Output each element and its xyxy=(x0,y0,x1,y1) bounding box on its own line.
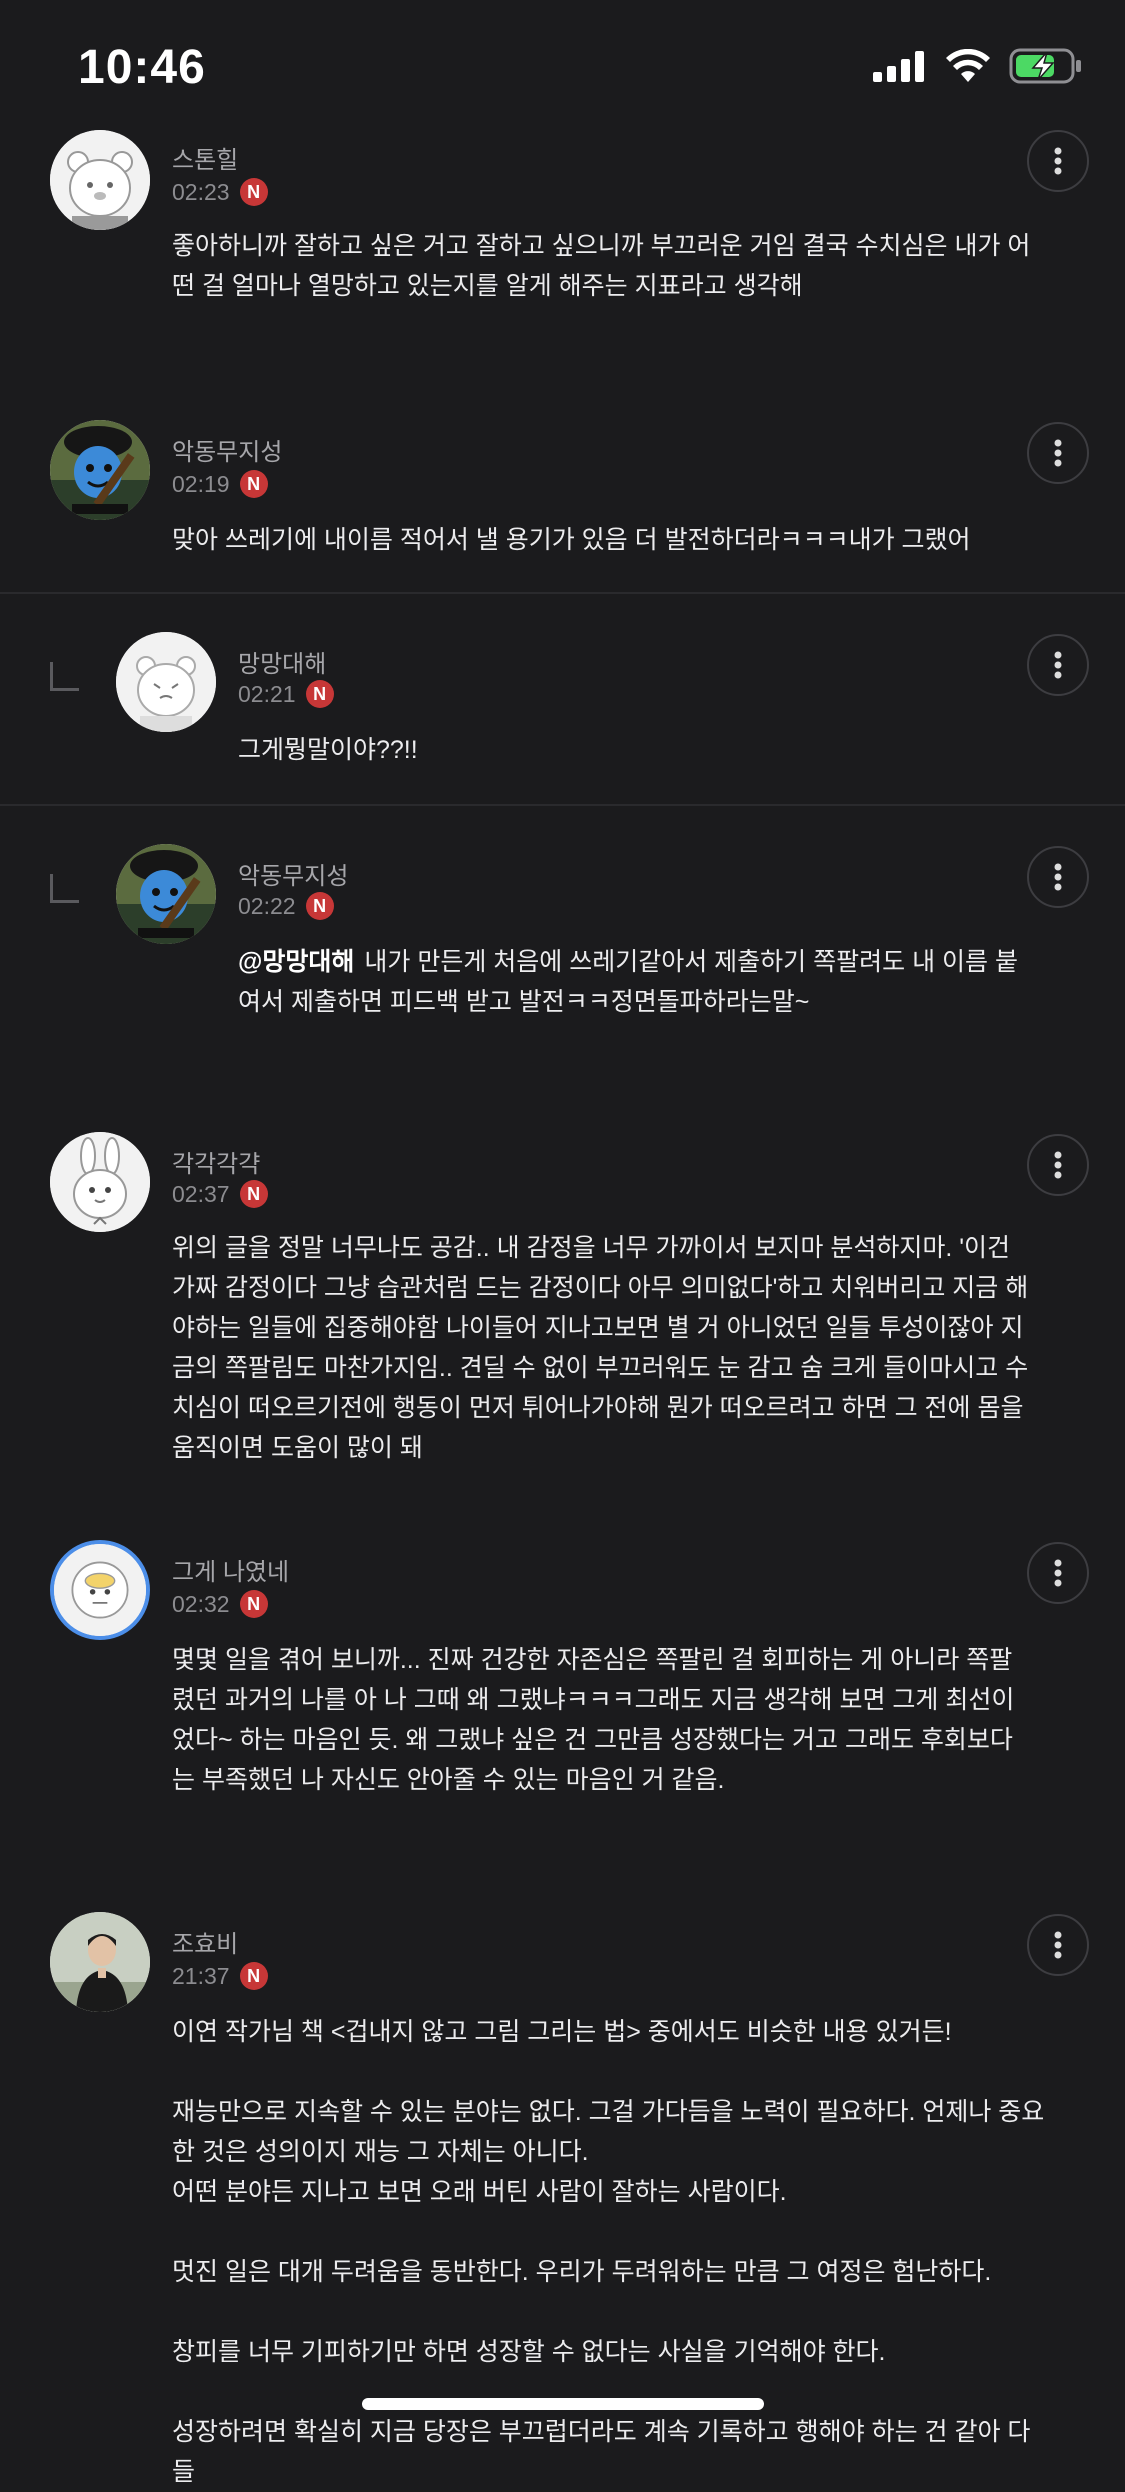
comment-meta: 02:21 N xyxy=(238,680,334,708)
comment-paragraph: 성장하려면 확실히 지금 당장은 부끄럽더라도 계속 기록하고 행해야 하는 건… xyxy=(172,2418,1031,2486)
reply-indicator-icon xyxy=(50,662,79,691)
comment-author[interactable]: 그게 나였네 xyxy=(172,1552,289,1587)
comment-paragraph: @망망대해 내가 만든게 처음에 쓰레기같아서 제출하기 쪽팔려도 내 이름 붙여… xyxy=(238,942,1018,1022)
new-badge: N xyxy=(305,892,334,920)
avatar[interactable] xyxy=(50,130,150,230)
wifi-icon xyxy=(946,49,990,82)
more-vertical-icon xyxy=(1054,651,1062,679)
divider xyxy=(0,804,1125,806)
more-vertical-icon xyxy=(1054,147,1062,175)
comment-paragraph xyxy=(172,2292,1052,2332)
character-avatar-icon xyxy=(116,844,216,944)
comment-author[interactable]: 스톤힐 xyxy=(172,140,238,175)
comment-author[interactable]: 악동무지성 xyxy=(172,432,282,467)
comment-paragraph: 이연 작가님 책 <겁내지 않고 그림 그리는 법> 중에서도 비슷한 내용 있… xyxy=(172,2018,952,2046)
home-indicator[interactable] xyxy=(362,2398,764,2410)
comment-paragraph: 좋아하니까 잘하고 싶은 거고 잘하고 싶으니까 부끄러운 거임 결국 수치심은… xyxy=(172,232,1031,300)
more-options-button[interactable] xyxy=(1027,634,1089,696)
avatar[interactable] xyxy=(50,420,150,520)
character-avatar-icon xyxy=(50,420,150,520)
comment-text: 내가 만든게 처음에 쓰레기같아서 제출하기 쪽팔려도 내 이름 붙여서 제출하… xyxy=(238,948,1018,1016)
new-badge: N xyxy=(239,470,268,498)
comment-body: 몇몇 일을 겪어 보니까... 진짜 건강한 자존심은 쪽팔린 걸 회피하는 게… xyxy=(172,1640,1032,1800)
battery-charging-icon xyxy=(1009,48,1081,84)
new-badge: N xyxy=(239,1180,268,1208)
bear-avatar-icon xyxy=(116,632,216,732)
more-options-button[interactable] xyxy=(1027,130,1089,192)
cellular-signal-icon xyxy=(873,51,924,82)
new-badge: N xyxy=(305,680,334,708)
comment-paragraph: 창피를 너무 기피하기만 하면 성장할 수 없다는 사실을 기억해야 한다. xyxy=(172,2338,886,2366)
avatar[interactable] xyxy=(116,844,216,944)
status-time: 10:46 xyxy=(78,41,206,94)
comment-paragraph: 어떤 분야든 지나고 보면 오래 버틴 사람이 잘하는 사람이다. xyxy=(172,2178,787,2206)
comment-body: 맞아 쓰레기에 내이름 적어서 낼 용기가 있음 더 발전하더라ㅋㅋㅋ내가 그랬… xyxy=(172,520,1032,560)
rabbit-avatar-icon xyxy=(50,1132,150,1232)
comment-author[interactable]: 망망대해 xyxy=(238,644,326,679)
comment-time: 02:23 xyxy=(172,178,230,205)
more-options-button[interactable] xyxy=(1027,422,1089,484)
comment-meta: 02:32 N xyxy=(172,1590,268,1618)
duck-avatar-icon xyxy=(54,1544,146,1636)
comment-meta: 02:23 N xyxy=(172,178,268,206)
status-icons xyxy=(873,48,1083,84)
comment-author[interactable]: 각각각갹 xyxy=(172,1144,260,1179)
comment-paragraph: 멋진 일은 대개 두려움을 동반한다. 우리가 두려워하는 만큼 그 여정은 험… xyxy=(172,2258,992,2286)
comment-body: 그게뭥말이야??!! xyxy=(238,730,1038,770)
divider xyxy=(0,592,1125,594)
comment-meta: 02:22 N xyxy=(238,892,334,920)
more-options-button[interactable] xyxy=(1027,1134,1089,1196)
new-badge: N xyxy=(239,1590,268,1618)
comment-meta: 02:37 N xyxy=(172,1180,268,1208)
comment-paragraph xyxy=(172,2052,1052,2092)
comment-paragraph: 재능만으로 지속할 수 있는 분야는 없다. 그걸 가다듬을 노력이 필요하다.… xyxy=(172,2098,1045,2166)
new-badge: N xyxy=(239,1962,268,1990)
comment-meta: 02:19 N xyxy=(172,470,268,498)
avatar[interactable] xyxy=(50,1132,150,1232)
comment-time: 02:19 xyxy=(172,470,230,497)
comment-paragraph: 맞아 쓰레기에 내이름 적어서 낼 용기가 있음 더 발전하더라ㅋㅋㅋ내가 그랬… xyxy=(172,526,971,554)
more-options-button[interactable] xyxy=(1027,1914,1089,1976)
avatar[interactable] xyxy=(116,632,216,732)
more-vertical-icon xyxy=(1054,863,1062,891)
bear-avatar-icon xyxy=(50,130,150,230)
comment-author[interactable]: 악동무지성 xyxy=(238,856,348,891)
avatar[interactable] xyxy=(50,1540,150,1640)
comment-body: @망망대해 내가 만든게 처음에 쓰레기같아서 제출하기 쪽팔려도 내 이름 붙여… xyxy=(238,942,1018,1022)
comment-body: 위의 글을 정말 너무나도 공감.. 내 감정을 너무 가까이서 보지마 분석하… xyxy=(172,1228,1032,1468)
comment-time: 02:21 xyxy=(238,680,296,707)
more-vertical-icon xyxy=(1054,1559,1062,1587)
more-vertical-icon xyxy=(1054,1931,1062,1959)
status-bar: 10:46 xyxy=(0,0,1125,135)
comment-time: 02:22 xyxy=(238,892,296,919)
more-options-button[interactable] xyxy=(1027,846,1089,908)
more-vertical-icon xyxy=(1054,1151,1062,1179)
mention-link[interactable]: @망망대해 xyxy=(238,948,354,976)
comment-body: 이연 작가님 책 <겁내지 않고 그림 그리는 법> 중에서도 비슷한 내용 있… xyxy=(172,2012,1052,2492)
person-photo-avatar-icon xyxy=(50,1912,150,2012)
comment-body: 좋아하니까 잘하고 싶은 거고 잘하고 싶으니까 부끄러운 거임 결국 수치심은… xyxy=(172,226,1032,306)
comment-time: 02:32 xyxy=(172,1590,230,1617)
comment-time: 02:37 xyxy=(172,1180,230,1207)
comment-author[interactable]: 조효비 xyxy=(172,1924,238,1959)
more-vertical-icon xyxy=(1054,439,1062,467)
comment-time: 21:37 xyxy=(172,1962,230,1989)
comment-paragraph: 위의 글을 정말 너무나도 공감.. 내 감정을 너무 가까이서 보지마 분석하… xyxy=(172,1234,1029,1462)
reply-indicator-icon xyxy=(50,874,79,903)
comment-meta: 21:37 N xyxy=(172,1962,268,1990)
comment-paragraph: 몇몇 일을 겪어 보니까... 진짜 건강한 자존심은 쪽팔린 걸 회피하는 게… xyxy=(172,1646,1015,1794)
avatar[interactable] xyxy=(50,1912,150,2012)
comment-paragraph: 그게뭥말이야??!! xyxy=(238,736,418,764)
comment-paragraph xyxy=(172,2212,1052,2252)
new-badge: N xyxy=(239,178,268,206)
more-options-button[interactable] xyxy=(1027,1542,1089,1604)
